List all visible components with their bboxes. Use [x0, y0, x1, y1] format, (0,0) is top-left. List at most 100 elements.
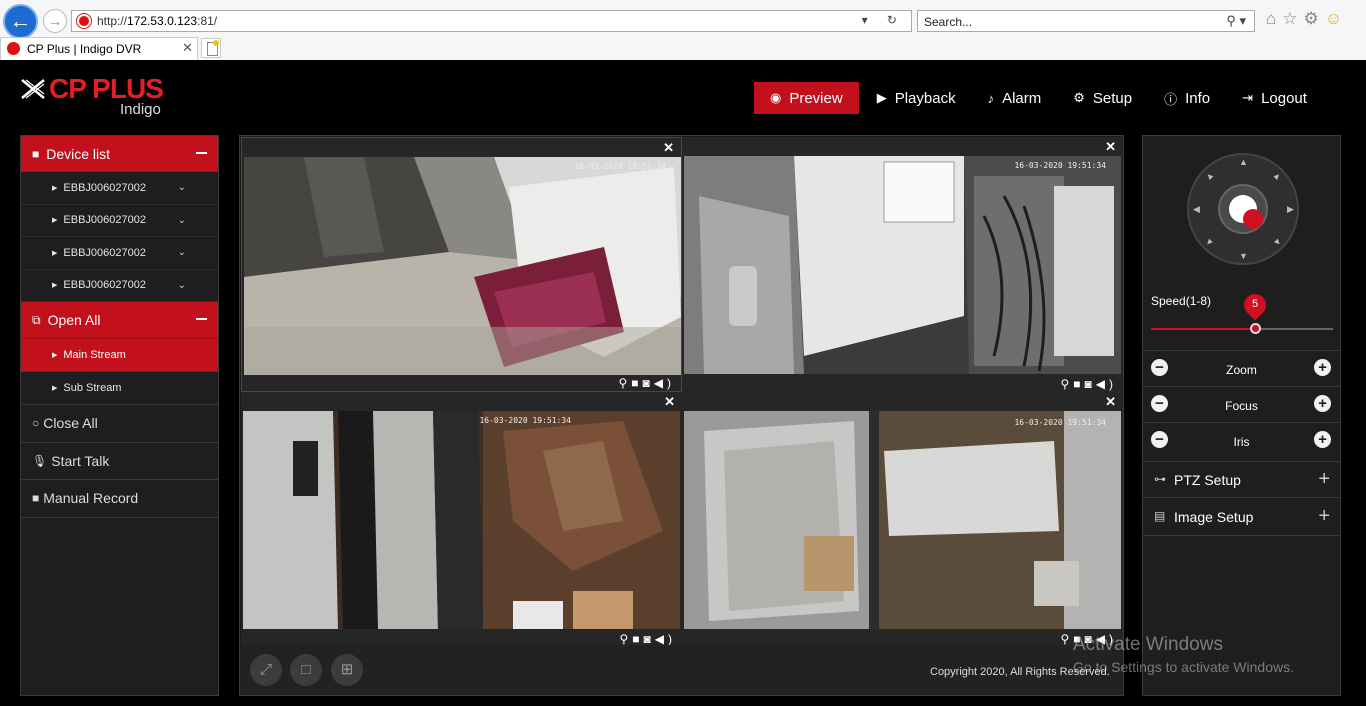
collapse-icon[interactable]: [196, 318, 207, 320]
single-view-icon: □: [301, 661, 311, 678]
nav-info[interactable]: ⓘ Info: [1150, 82, 1224, 114]
iris-open-button[interactable]: +: [1314, 431, 1331, 448]
feedback-smiley-icon[interactable]: ☺: [1325, 9, 1348, 28]
nav-preview[interactable]: ◉ Preview: [754, 82, 859, 114]
snapshot-icon[interactable]: ◙: [643, 376, 654, 390]
expand-arrow-icon: ▶: [52, 184, 58, 192]
chevron-down-icon[interactable]: ⌄: [178, 247, 186, 258]
record-icon[interactable]: ■: [632, 632, 643, 646]
refresh-icon[interactable]: ▾ ↻: [862, 13, 905, 27]
ptz-center-button[interactable]: [1218, 184, 1268, 234]
camera-tile-1[interactable]: ✕ 16-03-2020 19:51:34 ⚲■◙◀): [241, 137, 682, 392]
nav-alarm[interactable]: ♪ Alarm: [974, 82, 1056, 114]
ptz-direction-dial[interactable]: ▲ ▼ ◀ ▶ ▲ ▲ ▼ ▼: [1187, 153, 1299, 265]
pan-up-arrow-icon[interactable]: ▲: [1239, 157, 1248, 167]
chevron-down-icon[interactable]: ⌄: [178, 280, 186, 291]
search-box[interactable]: Search... ⚲ ▾: [917, 10, 1255, 32]
device-item[interactable]: ▶ EBBJ006027002 ⌄: [21, 172, 218, 205]
pan-down-arrow-icon[interactable]: ▼: [1239, 251, 1248, 261]
zoom-icon[interactable]: ⚲: [618, 376, 631, 390]
start-talk-button[interactable]: 🎙︎ Start Talk: [21, 443, 218, 480]
forward-button[interactable]: →: [43, 9, 67, 33]
image-setup-label: Image Setup: [1174, 509, 1254, 525]
ptz-setup-section[interactable]: ⊶ PTZ Setup +: [1143, 461, 1340, 498]
gamepad-icon: ⊶: [1154, 472, 1166, 486]
image-setup-section[interactable]: ▤ Image Setup +: [1143, 499, 1340, 536]
device-list-header[interactable]: ■ Device list: [21, 136, 218, 172]
tile-toolbar[interactable]: ⚲■◙◀): [618, 376, 675, 390]
camera-tile-4[interactable]: ✕ 16-03-2020 19:51:34 ⚲■◙◀): [682, 392, 1123, 647]
nav-setup[interactable]: ⚙ Setup: [1059, 82, 1146, 114]
activate-windows-title: Activate Windows: [1073, 634, 1223, 655]
fullscreen-button[interactable]: ⤢: [250, 654, 282, 686]
device-item[interactable]: ▶ EBBJ006027002 ⌄: [21, 237, 218, 270]
nav-playback[interactable]: ▶ Playback: [863, 82, 970, 114]
expand-arrow-icon: ▶: [52, 352, 58, 359]
pan-right-arrow-icon[interactable]: ▶: [1287, 204, 1294, 215]
camera-tile-3[interactable]: ✕ 16-03-2020 19:51:34 ⚲■◙◀): [241, 392, 682, 647]
quad-view-button[interactable]: ⊞: [331, 654, 363, 686]
pan-up-left-arrow-icon[interactable]: ▲: [1203, 169, 1216, 182]
pan-left-arrow-icon[interactable]: ◀: [1193, 204, 1200, 215]
tile-toolbar[interactable]: ⚲■◙◀): [619, 632, 676, 646]
audio-icon[interactable]: ◀): [1096, 377, 1117, 391]
zoom-icon[interactable]: ⚲: [1060, 632, 1073, 646]
address-bar[interactable]: http://172.53.0.123:81/ ▾ ↻: [71, 10, 912, 32]
record-icon[interactable]: ■: [1073, 377, 1084, 391]
pan-up-right-arrow-icon[interactable]: ▲: [1271, 169, 1284, 182]
camera-icon: ■: [32, 146, 40, 161]
record-icon[interactable]: ■: [631, 376, 642, 390]
manual-record-button[interactable]: ■ Manual Record: [21, 480, 218, 518]
home-icon[interactable]: ⌂: [1266, 9, 1282, 28]
sub-stream-item[interactable]: ▶ Sub Stream: [21, 372, 218, 405]
expand-plus-icon[interactable]: +: [1318, 505, 1330, 528]
zoom-icon[interactable]: ⚲: [619, 632, 632, 646]
nav-logout[interactable]: ⇥ Logout: [1228, 82, 1321, 114]
search-icon[interactable]: ⚲ ▾: [1226, 13, 1246, 29]
tile-toolbar[interactable]: ⚲■◙◀): [1060, 377, 1117, 391]
record-dot-icon: [1243, 209, 1263, 229]
expand-plus-icon[interactable]: +: [1318, 468, 1330, 491]
iris-control: − Iris +: [1143, 422, 1340, 458]
pan-down-right-arrow-icon[interactable]: ▼: [1271, 235, 1284, 248]
snapshot-icon[interactable]: ◙: [644, 632, 655, 646]
browser-tab[interactable]: CP Plus | Indigo DVR ✕: [0, 37, 198, 60]
fullscreen-icon: ⤢: [259, 661, 272, 678]
camera-tile-2[interactable]: ✕ 16-03-2020 19:51:34 ⚲■◙◀): [682, 137, 1123, 392]
search-placeholder: Search...: [924, 15, 973, 29]
open-all-header[interactable]: ⧉ Open All: [21, 302, 218, 339]
zoom-icon[interactable]: ⚲: [1060, 377, 1073, 391]
camera-feed-2: 16-03-2020 19:51:34: [684, 156, 1121, 374]
close-icon[interactable]: ✕: [663, 140, 674, 156]
new-tab-button[interactable]: [201, 38, 221, 58]
back-button[interactable]: ←: [3, 4, 38, 39]
camera-timestamp: 16-03-2020 19:51:34: [574, 162, 666, 171]
chevron-down-icon[interactable]: ⌄: [178, 215, 186, 226]
snapshot-icon[interactable]: ◙: [1085, 377, 1096, 391]
expand-arrow-icon: ▶: [52, 217, 58, 225]
open-external-icon: ⧉: [32, 312, 41, 327]
main-stream-item[interactable]: ▶ Main Stream: [21, 339, 218, 372]
favorites-star-icon[interactable]: ☆: [1282, 9, 1303, 28]
settings-gear-icon[interactable]: ⚙: [1304, 9, 1325, 28]
device-item[interactable]: ▶ EBBJ006027002 ⌄: [21, 205, 218, 237]
close-icon[interactable]: ✕: [1105, 139, 1116, 155]
speed-slider-handle[interactable]: [1250, 323, 1261, 334]
single-view-button[interactable]: □: [290, 654, 322, 686]
microphone-icon: 🎙︎: [32, 453, 48, 468]
focus-in-button[interactable]: +: [1314, 395, 1331, 412]
tab-close-icon[interactable]: ✕: [182, 40, 193, 56]
info-icon: ⓘ: [1164, 91, 1178, 107]
speed-label: Speed(1-8): [1151, 294, 1212, 308]
close-all-button[interactable]: ○ Close All: [21, 405, 218, 443]
audio-icon[interactable]: ◀): [654, 376, 675, 390]
collapse-icon[interactable]: [196, 152, 207, 154]
chevron-down-icon[interactable]: ⌄: [178, 182, 186, 193]
zoom-in-button[interactable]: +: [1314, 359, 1331, 376]
close-icon[interactable]: ✕: [1105, 394, 1116, 410]
audio-icon[interactable]: ◀): [655, 632, 676, 646]
close-icon[interactable]: ✕: [664, 394, 675, 410]
speed-slider-fill: [1151, 328, 1255, 330]
pan-down-left-arrow-icon[interactable]: ▼: [1203, 235, 1216, 248]
device-item[interactable]: ▶ EBBJ006027002 ⌄: [21, 270, 218, 302]
